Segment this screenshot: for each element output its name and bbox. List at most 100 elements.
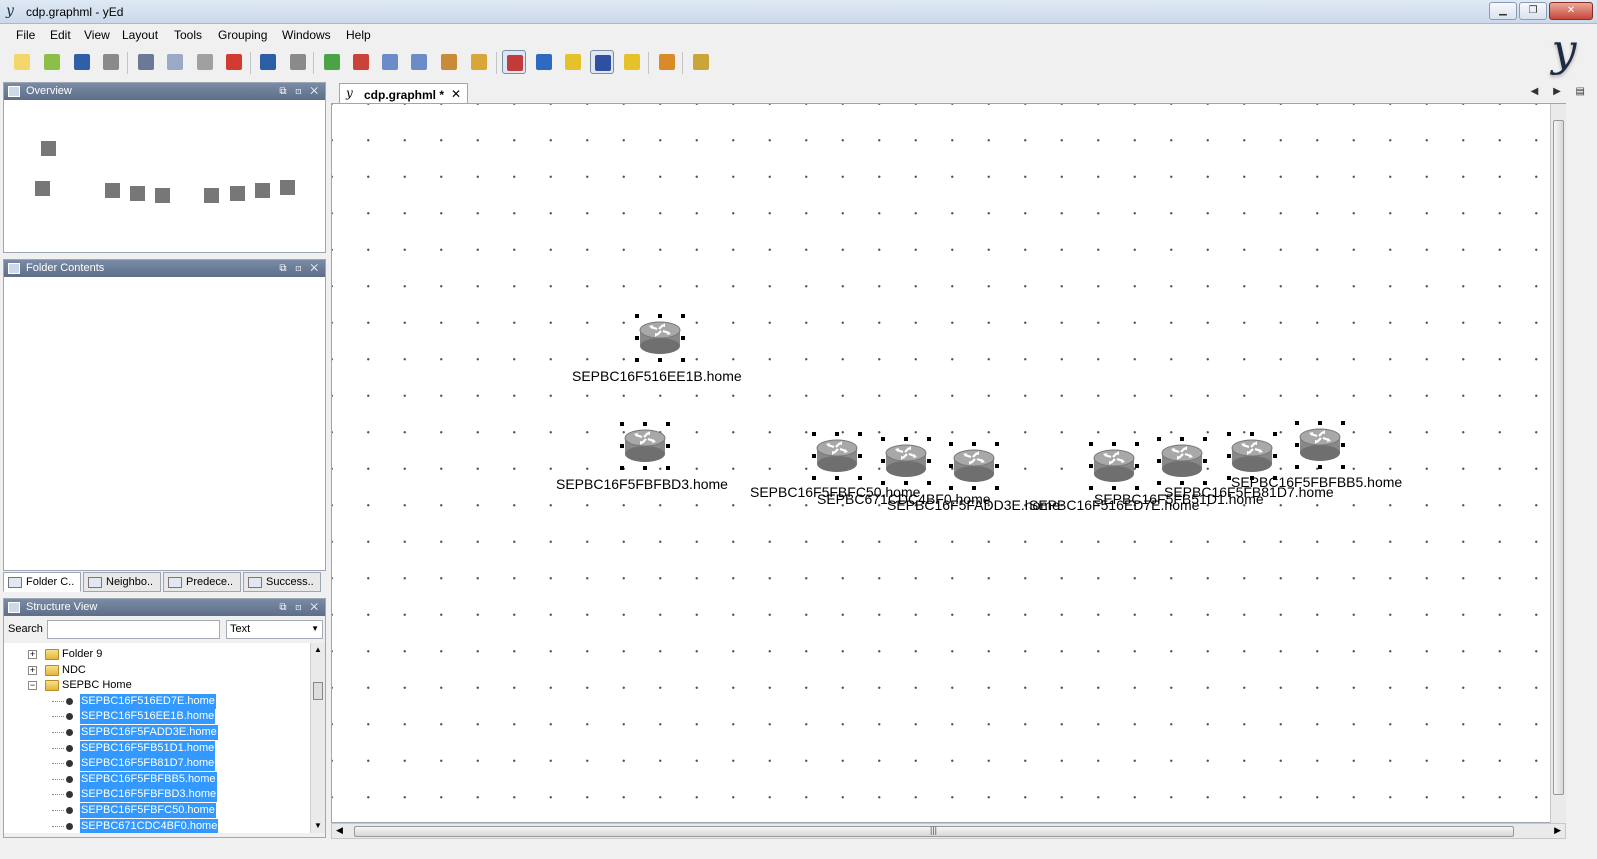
selection-handle[interactable] xyxy=(1089,486,1093,490)
navigation-mode-button[interactable] xyxy=(532,50,556,74)
selection-handle[interactable] xyxy=(681,358,685,362)
tree-node-row[interactable]: SEPBC16F5FBFBB5.home xyxy=(4,771,304,787)
cut-button[interactable] xyxy=(134,50,158,74)
expand-icon[interactable]: + xyxy=(28,650,37,659)
search-filter-select[interactable]: Text ▼ xyxy=(226,620,323,639)
router-node[interactable] xyxy=(949,442,999,490)
selection-handle[interactable] xyxy=(927,481,931,485)
panel-controls-icon[interactable]: ⧉ ⊡ ✕ xyxy=(279,260,321,277)
selection-handle[interactable] xyxy=(995,486,999,490)
menu-layout[interactable]: Layout xyxy=(122,28,158,42)
new-document-button[interactable] xyxy=(10,50,34,74)
overview-canvas[interactable] xyxy=(4,101,325,252)
selection-handle[interactable] xyxy=(904,481,908,485)
scroll-right-icon[interactable]: ▶ xyxy=(1554,825,1561,836)
selection-handle[interactable] xyxy=(620,466,624,470)
open-button[interactable] xyxy=(40,50,64,74)
selection-handle[interactable] xyxy=(635,358,639,362)
tree-folder-row[interactable]: + Folder 9 xyxy=(4,647,304,662)
tree-node-row[interactable]: SEPBC16F5FBFC50.home xyxy=(4,803,304,818)
undo-button[interactable] xyxy=(256,50,280,74)
panel-controls-icon[interactable]: ⧉ ⊡ ✕ xyxy=(279,599,321,616)
selection-handle[interactable] xyxy=(1318,465,1322,469)
selection-handle[interactable] xyxy=(881,481,885,485)
router-node[interactable] xyxy=(635,314,685,362)
tree-scroll-thumb[interactable] xyxy=(313,682,323,700)
tab-folder-contents[interactable]: Folder C.. xyxy=(3,572,81,592)
zoom-selection-button[interactable] xyxy=(437,50,461,74)
zoom-in-button[interactable] xyxy=(320,50,344,74)
snap-button[interactable] xyxy=(561,50,585,74)
menu-edit[interactable]: Edit xyxy=(50,28,71,42)
router-node[interactable] xyxy=(620,422,670,470)
delete-button[interactable] xyxy=(222,50,246,74)
search-input[interactable] xyxy=(47,620,220,639)
zoom-original-button[interactable] xyxy=(378,50,402,74)
save-button[interactable] xyxy=(70,50,94,74)
selection-handle[interactable] xyxy=(1341,465,1345,469)
minimize-icon[interactable]: ▁ xyxy=(1489,2,1517,20)
tab-cdp-graphml[interactable]: y cdp.graphml * ✕ xyxy=(339,83,468,104)
edit-mode-button[interactable] xyxy=(502,50,526,74)
preferences-button[interactable] xyxy=(689,50,713,74)
grid-button[interactable] xyxy=(590,50,614,74)
selection-handle[interactable] xyxy=(1135,486,1139,490)
zoom-out-button[interactable] xyxy=(349,50,373,74)
redo-button[interactable] xyxy=(286,50,310,74)
collapse-icon[interactable]: − xyxy=(28,681,37,691)
menu-tools[interactable]: Tools xyxy=(174,28,202,42)
tree-node-row[interactable]: SEPBC16F5FADD3E.home xyxy=(4,725,304,740)
close-icon[interactable]: ✕ xyxy=(1549,2,1593,20)
canvas-vscroll-thumb[interactable] xyxy=(1553,120,1564,795)
router-node[interactable] xyxy=(1157,437,1207,485)
scroll-up-icon[interactable]: ▲ xyxy=(314,645,322,654)
scroll-left-icon[interactable]: ◀ xyxy=(336,825,343,836)
menu-file[interactable]: File xyxy=(16,28,35,42)
export-button[interactable] xyxy=(99,50,123,74)
panel-controls-icon[interactable]: ⧉ ⊡ ✕ xyxy=(279,83,321,100)
selection-handle[interactable] xyxy=(972,486,976,490)
menu-windows[interactable]: Windows xyxy=(282,28,331,42)
tree-node-row[interactable]: SEPBC16F5FBFBD3.home xyxy=(4,787,304,803)
tree-node-row[interactable]: SEPBC16F516EE1B.home xyxy=(4,709,304,725)
menu-help[interactable]: Help xyxy=(346,28,371,42)
menu-view[interactable]: View xyxy=(84,28,110,42)
tab-predecessors[interactable]: Predece.. xyxy=(163,572,241,592)
router-node[interactable] xyxy=(881,437,931,485)
tree-node-row[interactable]: SEPBC16F5FB51D1.home xyxy=(4,740,304,756)
paste-button[interactable] xyxy=(193,50,217,74)
router-node[interactable] xyxy=(1089,442,1139,490)
selection-handle[interactable] xyxy=(1157,481,1161,485)
tab-neighbours[interactable]: Neighbo.. xyxy=(83,572,161,592)
menu-grouping[interactable]: Grouping xyxy=(218,28,267,42)
tree-scrollbar[interactable]: ▲ ▼ xyxy=(310,643,325,833)
router-node[interactable] xyxy=(1227,432,1277,480)
fit-content-button[interactable] xyxy=(467,50,491,74)
selection-handle[interactable] xyxy=(658,358,662,362)
tab-navigation-icons[interactable]: ◀ ▶ ▤ xyxy=(1531,86,1591,97)
palette-button[interactable] xyxy=(655,50,679,74)
router-node[interactable] xyxy=(812,432,862,480)
selection-handle[interactable] xyxy=(949,486,953,490)
expand-icon[interactable]: + xyxy=(28,665,37,675)
tab-successors[interactable]: Success.. xyxy=(243,572,321,592)
router-node[interactable] xyxy=(1295,421,1345,469)
zoom-area-button[interactable] xyxy=(407,50,431,74)
selection-handle[interactable] xyxy=(643,466,647,470)
scroll-down-icon[interactable]: ▼ xyxy=(314,821,322,830)
selection-handle[interactable] xyxy=(858,476,862,480)
selection-handle[interactable] xyxy=(835,476,839,480)
selection-handle[interactable] xyxy=(666,466,670,470)
tree-node-row[interactable]: SEPBC16F5FB81D7.home xyxy=(4,756,304,772)
copy-button[interactable] xyxy=(163,50,187,74)
tree-folder-row[interactable]: − SEPBC Home xyxy=(4,678,304,693)
maximize-icon[interactable]: ❐ xyxy=(1519,2,1547,20)
selection-handle[interactable] xyxy=(812,476,816,480)
orthogonal-edges-button[interactable] xyxy=(620,50,644,74)
tree-node-row[interactable]: SEPBC16F516ED7E.home xyxy=(4,693,304,709)
tree-node-row[interactable]: SEPBC671CDC4BF0.home xyxy=(4,818,304,833)
tree-folder-row[interactable]: + NDC xyxy=(4,663,304,678)
selection-handle[interactable] xyxy=(1295,465,1299,469)
canvas-vertical-scrollbar[interactable] xyxy=(1550,104,1566,823)
close-tab-icon[interactable]: ✕ xyxy=(451,87,461,101)
